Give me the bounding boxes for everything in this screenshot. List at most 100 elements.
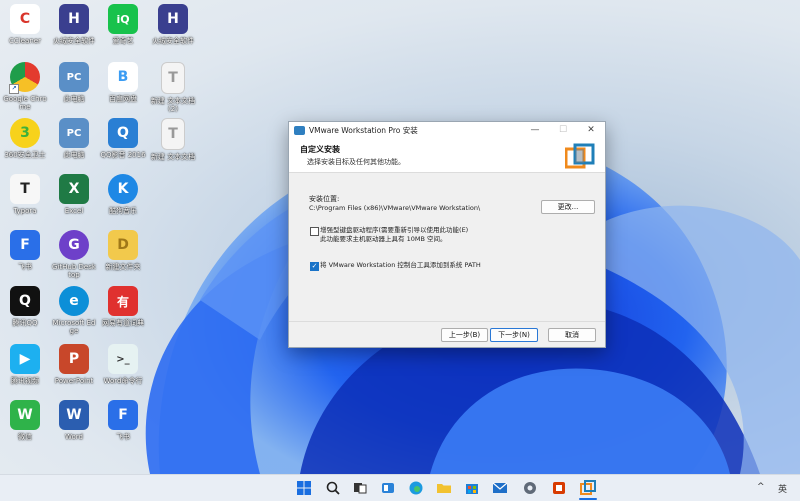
tray-overflow-chevron-icon[interactable]: ^	[757, 482, 765, 492]
input-method-indicator[interactable]: 英	[778, 482, 787, 495]
desktop-icon-label: Excel	[64, 207, 84, 215]
add-to-path-checkbox[interactable]: ✓	[310, 262, 319, 271]
desktop-icon-edge[interactable]: e Microsoft Edge	[51, 286, 97, 335]
desktop-icon-huorong-2[interactable]: H 火绒安全软件	[150, 4, 196, 45]
start-icon[interactable]	[296, 480, 312, 496]
enhanced-keyboard-checkbox[interactable]	[310, 227, 319, 236]
desktop-icon-powerpoint[interactable]: P PowerPoint	[51, 344, 97, 385]
vmware-app-icon	[294, 126, 305, 135]
file-explorer-icon[interactable]	[436, 480, 452, 496]
office-icon[interactable]	[551, 480, 567, 496]
feishu-icon: F	[108, 400, 138, 430]
back-button[interactable]: 上一步(B)	[441, 328, 488, 342]
minimize-button[interactable]: —	[521, 122, 549, 139]
desktop-icon-chrome[interactable]: ↗ Google Chrome	[2, 62, 48, 111]
desktop-icon-tencent-video[interactable]: ▶ 腾讯视频	[2, 344, 48, 385]
desktop-icon-label: 飞书	[18, 263, 32, 271]
desktop-icon-label: 飞书	[116, 433, 130, 441]
desktop-icon-360[interactable]: 3 360安全卫士	[2, 118, 48, 159]
desktop-icon-label: 百度网盘	[109, 95, 137, 103]
add-to-path-label: 将 VMware Workstation 控制台工具添加到系统 PATH	[320, 261, 481, 269]
desktop-icon-qq[interactable]: Q 腾讯QQ	[2, 286, 48, 327]
desktop-icon-feishu[interactable]: F 飞书	[2, 230, 48, 271]
close-button[interactable]: ✕	[577, 122, 605, 139]
enhanced-keyboard-label: 增强型键盘驱动程序(需要重新引导以使用此功能(E)	[320, 226, 469, 234]
baidu-netdisk-icon: B	[108, 62, 138, 92]
desktop-icon-label: 此电脑	[63, 151, 85, 159]
enhanced-keyboard-note: 此功能要求主机驱动器上具有 10MB 空间。	[320, 235, 447, 243]
desktop-icon-huorong[interactable]: H 火绒安全软件	[51, 4, 97, 45]
qq-penguin-icon: Q	[10, 286, 40, 316]
desktop-icon-qq-player[interactable]: Q QQ影音 2016	[100, 118, 146, 159]
next-button[interactable]: 下一步(N)	[490, 328, 538, 342]
word-icon: W	[59, 400, 89, 430]
ccleaner-icon: C	[10, 4, 40, 34]
desktop-icon-ccleaner[interactable]: C CCleaner	[2, 4, 48, 45]
vmware-installer-dialog: VMware Workstation Pro 安装 — ☐ ✕ 自定义安装 选择…	[288, 121, 606, 348]
taskbar: ^ 英	[0, 474, 800, 501]
install-path: C:\Program Files (x86)\VMware\VMware Wor…	[309, 204, 481, 212]
vmware-icon[interactable]	[580, 480, 596, 496]
store-icon[interactable]	[464, 480, 480, 496]
change-location-button[interactable]: 更改...	[541, 200, 595, 214]
feishu-icon: F	[10, 230, 40, 260]
desktop: C CCleaner ↗ Google Chrome 3 360安全卫士 T T…	[0, 0, 800, 474]
edge-icon[interactable]	[408, 480, 424, 496]
desktop-icon-baidu-netdisk[interactable]: B 百度网盘	[100, 62, 146, 103]
widgets-icon[interactable]	[380, 480, 396, 496]
huorong-icon: H	[59, 4, 89, 34]
desktop-icon-text-doc[interactable]: T 新建 文本文档	[150, 118, 196, 161]
title-bar[interactable]: VMware Workstation Pro 安装 — ☐ ✕	[289, 122, 605, 139]
desktop-icon-label: 爱奇艺	[112, 37, 134, 45]
desktop-icon-label: Word	[65, 433, 83, 441]
maximize-button: ☐	[558, 125, 568, 135]
window-title: VMware Workstation Pro 安装	[309, 126, 418, 135]
wizard-body: 安装位置: C:\Program Files (x86)\VMware\VMwa…	[289, 173, 605, 323]
360-icon: 3	[10, 118, 40, 148]
desktop-icon-label: CCleaner	[9, 37, 41, 45]
desktop-icon-label: 新建 文本文档 (2)	[150, 97, 196, 113]
desktop-icon-label: 360安全卫士	[4, 151, 46, 159]
cancel-button[interactable]: 取消	[548, 328, 596, 342]
excel-icon: X	[59, 174, 89, 204]
computer-icon: PC	[59, 62, 89, 92]
desktop-icon-label: Microsoft Edge	[52, 319, 96, 335]
qq-player-icon: Q	[108, 118, 138, 148]
desktop-icon-github[interactable]: G GitHub Desktop	[51, 230, 97, 279]
desktop-icon-this-pc[interactable]: PC 此电脑	[51, 62, 97, 103]
desktop-icon-folder[interactable]: D 新建文件夹	[100, 230, 146, 271]
desktop-icon-kugou[interactable]: K 酷狗音乐	[100, 174, 146, 215]
text-file-icon: T	[161, 118, 185, 150]
desktop-icon-label: Google Chrome	[3, 95, 47, 111]
iqiyi-icon: iQ	[108, 4, 138, 34]
step-title: 自定义安装	[300, 145, 340, 154]
powerpoint-icon: P	[59, 344, 89, 374]
task-view-icon[interactable]	[352, 480, 368, 496]
search-icon[interactable]	[325, 480, 341, 496]
desktop-icon-cmd[interactable]: >_ Word命令行	[100, 344, 146, 385]
desktop-icon-word[interactable]: W Word	[51, 400, 97, 441]
desktop-icon-feishu-2[interactable]: F 飞书	[100, 400, 146, 441]
github-icon: G	[59, 230, 89, 260]
shortcut-arrow-icon: ↗	[9, 84, 19, 94]
desktop-icon-wechat[interactable]: W 微信	[2, 400, 48, 441]
desktop-icon-text-doc-2[interactable]: T 新建 文本文档 (2)	[150, 62, 196, 113]
text-file-icon: T	[161, 62, 185, 94]
tencent-video-icon: ▶	[10, 344, 40, 374]
desktop-icon-youdao[interactable]: 有 网易有道词典	[100, 286, 146, 327]
mail-icon[interactable]	[492, 480, 508, 496]
desktop-icon-label: 此电脑	[63, 95, 85, 103]
desktop-icon-label: Typora	[13, 207, 37, 215]
typora-icon: T	[10, 174, 40, 204]
terminal-icon: >_	[108, 344, 138, 374]
desktop-icon-excel[interactable]: X Excel	[51, 174, 97, 215]
chrome-icon: ↗	[9, 62, 40, 94]
desktop-icon-label: PowerPoint	[54, 377, 94, 385]
settings-icon[interactable]	[522, 480, 538, 496]
desktop-icon-iqiyi[interactable]: iQ 爱奇艺	[100, 4, 146, 45]
desktop-icon-label: 火绒安全软件	[53, 37, 95, 45]
folder-icon: D	[108, 230, 138, 260]
desktop-icon-this-pc-2[interactable]: PC 此电脑	[51, 118, 97, 159]
kugou-icon: K	[108, 174, 138, 204]
desktop-icon-typora[interactable]: T Typora	[2, 174, 48, 215]
